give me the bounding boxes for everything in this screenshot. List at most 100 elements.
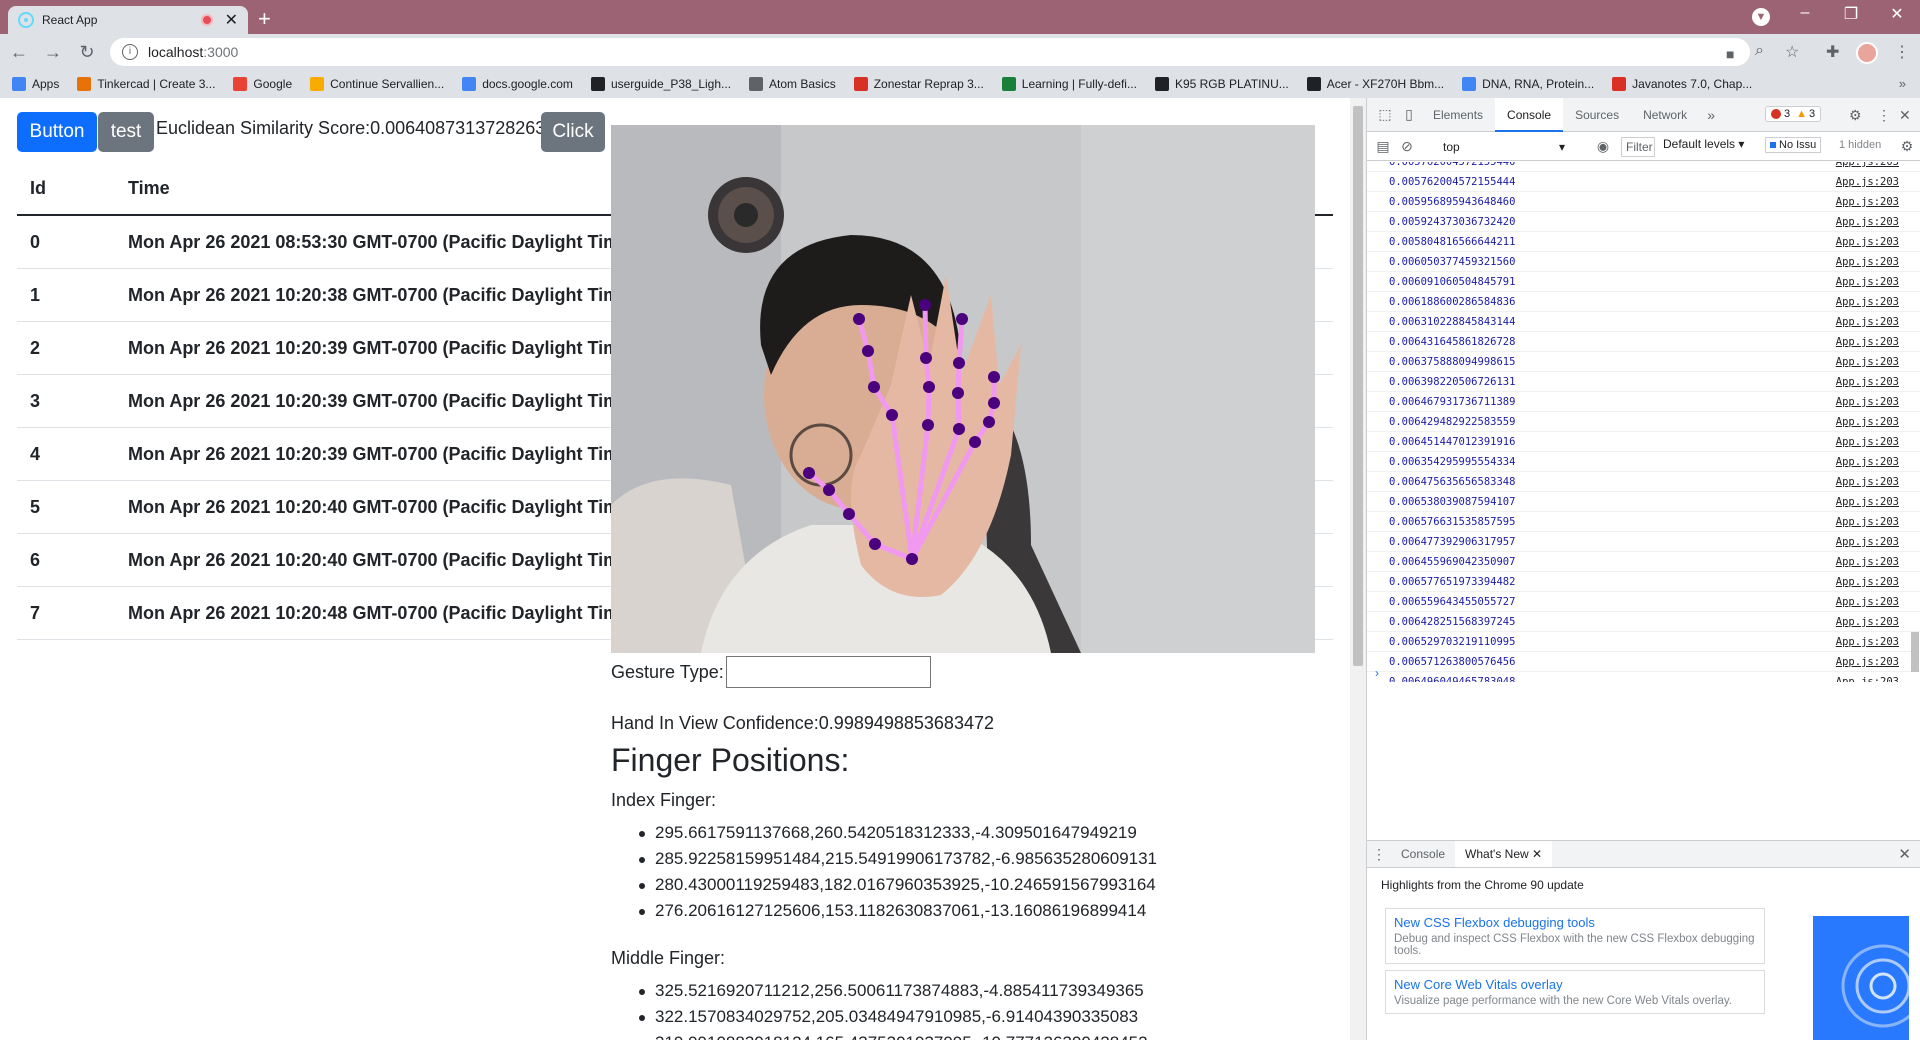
card-title[interactable]: New Core Web Vitals overlay: [1394, 977, 1756, 992]
zoom-icon[interactable]: ⌕: [1755, 42, 1764, 60]
bookmark-item[interactable]: Learning | Fully-defi...: [1001, 77, 1137, 91]
profile-avatar[interactable]: [1856, 42, 1878, 64]
log-source-link[interactable]: App.js:203: [1836, 336, 1899, 348]
menu-icon[interactable]: ⋮: [1894, 42, 1910, 62]
bookmark-item[interactable]: docs.google.com: [462, 77, 573, 91]
drawer-tab-console[interactable]: Console: [1391, 841, 1455, 867]
bookmark-icon: [590, 77, 605, 91]
log-source-link[interactable]: App.js:203: [1836, 296, 1899, 308]
whats-new-heading: Highlights from the Chrome 90 update: [1381, 878, 1584, 892]
log-source-link[interactable]: App.js:203: [1836, 596, 1899, 608]
bookmark-item[interactable]: Atom Basics: [749, 77, 836, 91]
close-window-button[interactable]: ✕: [1874, 4, 1920, 24]
log-source-link[interactable]: App.js:203: [1836, 236, 1899, 248]
log-source-link[interactable]: App.js:203: [1836, 476, 1899, 488]
browser-tab[interactable]: React App ✕: [8, 6, 248, 34]
log-source-link[interactable]: App.js:203: [1836, 636, 1899, 648]
inspect-icon[interactable]: ⬚: [1373, 106, 1397, 123]
console-scrollbar[interactable]: [1909, 162, 1920, 672]
log-source-link[interactable]: App.js:203: [1836, 256, 1899, 268]
log-source-link[interactable]: App.js:203: [1836, 556, 1899, 568]
reload-icon[interactable]: ↻: [72, 42, 102, 63]
drawer-menu-icon[interactable]: ⋮: [1367, 846, 1391, 863]
drawer-close-icon[interactable]: ✕: [1898, 845, 1911, 863]
log-levels-select[interactable]: Default levels ▾: [1663, 137, 1744, 151]
issue-counts[interactable]: 3 ▲ 3: [1765, 106, 1822, 122]
new-tab-button[interactable]: +: [258, 6, 271, 32]
bookmark-item[interactable]: Acer - XF270H Bbm...: [1306, 77, 1444, 91]
context-select[interactable]: top ▾: [1437, 137, 1571, 157]
log-source-link[interactable]: App.js:203: [1836, 576, 1899, 588]
close-tab-icon[interactable]: ✕: [225, 10, 238, 30]
log-source-link[interactable]: App.js:203: [1836, 396, 1899, 408]
page-scroll-thumb[interactable]: [1353, 106, 1363, 666]
minimize-button[interactable]: –: [1782, 4, 1828, 22]
test-button[interactable]: test: [98, 112, 154, 152]
log-source-link[interactable]: App.js:203: [1836, 276, 1899, 288]
console-settings-icon[interactable]: ⚙: [1895, 138, 1919, 155]
console-filter-input[interactable]: Filter: [1621, 137, 1655, 157]
bookmark-item[interactable]: Continue Servallien...: [310, 77, 444, 91]
bookmark-item[interactable]: Tinkercad | Create 3...: [77, 77, 215, 91]
device-toolbar-icon[interactable]: ▯: [1397, 106, 1421, 123]
bookmark-item[interactable]: Apps: [12, 77, 59, 91]
log-source-link[interactable]: App.js:203: [1836, 516, 1899, 528]
log-source-link[interactable]: App.js:203: [1836, 676, 1899, 682]
address-bar[interactable]: i localhost:3000 ■: [110, 38, 1750, 66]
log-source-link[interactable]: App.js:203: [1836, 356, 1899, 368]
log-source-link[interactable]: App.js:203: [1836, 216, 1899, 228]
restore-button[interactable]: ❐: [1828, 4, 1874, 24]
index-finger-label: Index Finger:: [611, 790, 717, 810]
bookmark-item[interactable]: DNA, RNA, Protein...: [1462, 77, 1594, 91]
log-source-link[interactable]: App.js:203: [1836, 436, 1899, 448]
drawer-tab-whats-new[interactable]: What's New ✕: [1455, 841, 1553, 867]
log-source-link[interactable]: App.js:203: [1836, 656, 1899, 668]
log-source-link[interactable]: App.js:203: [1836, 196, 1899, 208]
info-icon[interactable]: i: [122, 44, 138, 60]
devtools-close-icon[interactable]: ✕: [1899, 107, 1911, 124]
devtools-menu-icon[interactable]: ⋮: [1877, 107, 1891, 124]
log-source-link[interactable]: App.js:203: [1836, 456, 1899, 468]
card-title[interactable]: New CSS Flexbox debugging tools: [1394, 915, 1756, 930]
tab-network[interactable]: Network: [1631, 98, 1699, 132]
console-scroll-thumb[interactable]: [1911, 632, 1919, 672]
bookmark-item[interactable]: K95 RGB PLATINU...: [1154, 77, 1289, 91]
log-source-link[interactable]: App.js:203: [1836, 316, 1899, 328]
tab-sources[interactable]: Sources: [1563, 98, 1631, 132]
whats-new-card[interactable]: New Core Web Vitals overlay Visualize pa…: [1385, 970, 1765, 1014]
settings-icon[interactable]: ⚙: [1849, 107, 1862, 124]
log-source-link[interactable]: App.js:203: [1836, 376, 1899, 388]
forward-icon[interactable]: →: [38, 42, 68, 63]
console-prompt-icon[interactable]: ›: [1375, 666, 1379, 680]
gesture-type-input[interactable]: [725, 656, 931, 688]
log-source-link[interactable]: App.js:203: [1836, 536, 1899, 548]
clear-console-icon[interactable]: ⊘: [1395, 138, 1419, 155]
tab-console[interactable]: Console: [1495, 97, 1564, 132]
bookmark-star-icon[interactable]: ☆: [1785, 42, 1799, 62]
page-scrollbar[interactable]: [1350, 98, 1366, 1040]
sidebar-toggle-icon[interactable]: ▤: [1371, 138, 1395, 155]
bookmark-item[interactable]: Zonestar Reprap 3...: [853, 77, 984, 91]
primary-button[interactable]: Button: [17, 112, 97, 152]
camera-icon[interactable]: ■: [1726, 46, 1734, 62]
back-icon[interactable]: ←: [4, 42, 34, 63]
whats-new-card[interactable]: New CSS Flexbox debugging tools Debug an…: [1385, 908, 1765, 964]
bookmark-item[interactable]: userguide_P38_Ligh...: [590, 77, 731, 91]
click-button[interactable]: Click: [541, 112, 605, 152]
tab-elements[interactable]: Elements: [1421, 98, 1495, 132]
log-source-link[interactable]: App.js:203: [1836, 496, 1899, 508]
bookmark-item[interactable]: Google: [233, 77, 292, 91]
log-source-link[interactable]: App.js:203: [1836, 176, 1899, 188]
download-icon[interactable]: ▼: [1752, 8, 1770, 26]
log-source-link[interactable]: App.js:203: [1836, 616, 1899, 628]
live-expression-eye-icon[interactable]: ◉: [1591, 138, 1615, 155]
no-issues-button[interactable]: No Issu: [1765, 137, 1822, 153]
bookmark-item[interactable]: Javanotes 7.0, Chap...: [1612, 77, 1752, 91]
more-tabs-icon[interactable]: »: [1699, 107, 1723, 123]
log-source-link[interactable]: App.js:203: [1836, 162, 1899, 168]
extensions-icon[interactable]: ✚: [1826, 42, 1839, 62]
log-source-link[interactable]: App.js:203: [1836, 416, 1899, 428]
close-drawer-tab-icon[interactable]: ✕: [1532, 847, 1542, 861]
whats-new-image: [1813, 916, 1909, 1040]
more-bookmarks-icon[interactable]: »: [1899, 76, 1906, 91]
